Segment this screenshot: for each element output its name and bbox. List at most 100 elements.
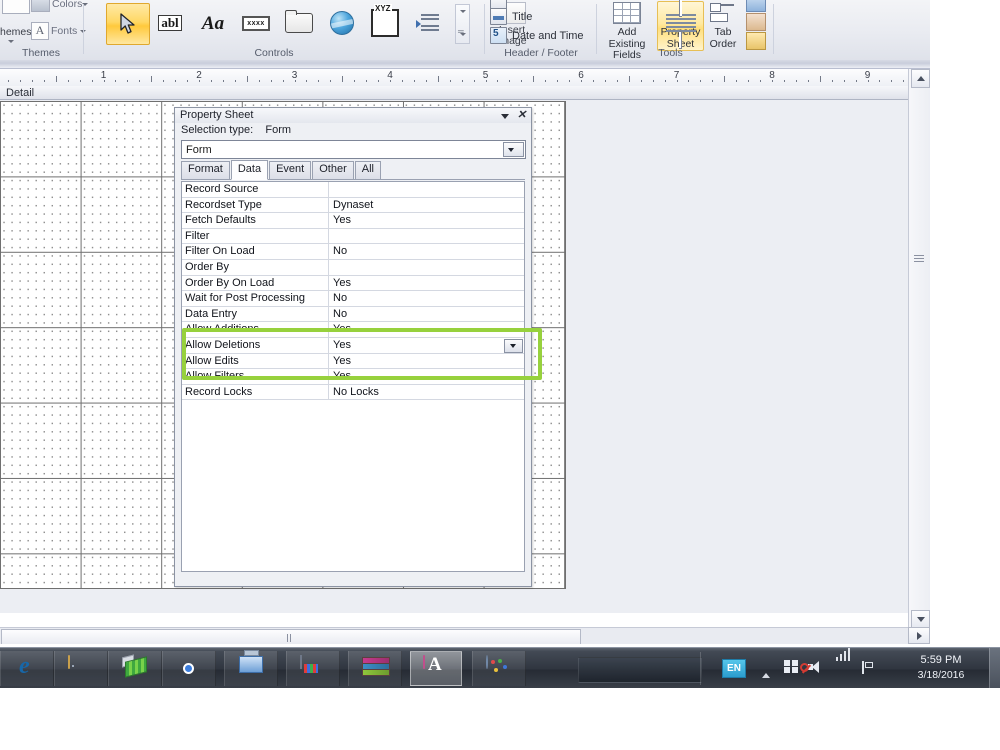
vertical-scrollbar[interactable] bbox=[908, 69, 931, 629]
property-value[interactable] bbox=[329, 260, 524, 275]
subform-in-new-window-icon[interactable] bbox=[746, 0, 766, 12]
property-row[interactable]: Wait for Post Processing No bbox=[182, 291, 524, 307]
ruler-tick bbox=[199, 80, 200, 82]
ruler-tick bbox=[604, 80, 606, 82]
fonts-button-label[interactable]: Fonts bbox=[51, 25, 77, 37]
property-sheet-tabs[interactable]: Format Data Event Other All bbox=[181, 160, 525, 180]
taskbar-item-file-explorer[interactable] bbox=[54, 651, 108, 686]
button-icon[interactable]: xxxx bbox=[235, 3, 277, 43]
select-pointer-icon[interactable] bbox=[106, 3, 150, 45]
property-row[interactable]: Fetch Defaults Yes bbox=[182, 213, 524, 229]
ruler-tick bbox=[282, 80, 284, 82]
property-name: Wait for Post Processing bbox=[182, 291, 329, 306]
property-value-dropdown-icon[interactable] bbox=[504, 338, 523, 353]
property-value[interactable]: No Locks bbox=[329, 385, 524, 400]
ruler-tick bbox=[294, 80, 296, 82]
property-name: Allow Deletions bbox=[182, 337, 329, 353]
property-value[interactable]: Dynaset bbox=[329, 198, 524, 213]
taskbar-item-paint[interactable] bbox=[472, 651, 526, 686]
property-value[interactable]: Yes bbox=[329, 369, 524, 384]
themes-dropdown-arrow-icon[interactable] bbox=[8, 40, 14, 43]
navigation-control-icon[interactable] bbox=[407, 3, 449, 43]
chevron-down-more-icon[interactable] bbox=[459, 33, 466, 36]
object-selector-value: Form bbox=[186, 143, 212, 156]
property-value[interactable]: No bbox=[329, 291, 524, 306]
property-row[interactable]: Data Entry No bbox=[182, 306, 524, 323]
property-value[interactable]: Yes bbox=[329, 213, 524, 228]
chevron-down-icon[interactable] bbox=[497, 109, 511, 122]
colors-icon[interactable] bbox=[31, 0, 50, 12]
date-and-time-button[interactable]: Date and Time bbox=[490, 27, 584, 44]
clock-date: 3/18/2016 bbox=[917, 669, 965, 681]
property-sheet-button[interactable]: Property Sheet bbox=[657, 0, 704, 51]
tab-event[interactable]: Event bbox=[269, 161, 312, 179]
tab-control-icon[interactable] bbox=[278, 3, 320, 43]
chevron-down-icon[interactable] bbox=[459, 10, 466, 13]
property-row[interactable]: Filter bbox=[182, 228, 524, 245]
property-row[interactable]: Record Locks No Locks bbox=[182, 384, 524, 401]
property-row[interactable]: Order By bbox=[182, 259, 524, 276]
property-row[interactable]: Allow Deletions Yes bbox=[182, 337, 524, 354]
language-indicator[interactable]: EN bbox=[722, 659, 746, 678]
hyperlink-icon[interactable] bbox=[321, 3, 363, 43]
windows-taskbar[interactable]: EN 5:59 PM 3/18/2016 bbox=[0, 647, 1000, 689]
property-row[interactable]: Allow Filters Yes bbox=[182, 369, 524, 385]
show-desktop-button[interactable] bbox=[989, 648, 1000, 689]
property-value[interactable]: No bbox=[329, 307, 524, 322]
label-icon[interactable]: Aa bbox=[192, 3, 234, 43]
taskbar-item-microsoft-access[interactable] bbox=[410, 651, 462, 686]
colors-button-label[interactable]: Colors bbox=[52, 0, 82, 10]
scroll-up-button[interactable] bbox=[911, 69, 930, 88]
object-selector-dropdown-icon[interactable] bbox=[503, 142, 524, 157]
taskbar-item-google-chrome[interactable] bbox=[162, 651, 216, 686]
property-value[interactable]: Yes bbox=[329, 338, 524, 353]
object-selector-combo[interactable]: Form bbox=[181, 140, 526, 159]
detail-section-bar[interactable]: Detail bbox=[0, 86, 908, 100]
tab-format[interactable]: Format bbox=[181, 161, 230, 179]
taskbar-item-document[interactable] bbox=[286, 651, 340, 686]
horizontal-scrollbar[interactable] bbox=[0, 627, 908, 654]
text-box-icon[interactable]: abl bbox=[149, 3, 191, 43]
taskbar-active-window-button[interactable] bbox=[578, 657, 702, 683]
property-value[interactable]: Yes bbox=[329, 354, 524, 369]
ruler-tick bbox=[366, 80, 368, 82]
property-value[interactable]: No bbox=[329, 244, 524, 259]
property-grid[interactable]: Record Source Recordset Type Dynaset Fetch … bbox=[181, 181, 525, 572]
taskbar-item-winrar[interactable] bbox=[348, 651, 402, 686]
taskbar-item-internet-explorer[interactable] bbox=[0, 651, 54, 686]
controls-more-button[interactable]: ═ bbox=[455, 4, 470, 44]
themes-gallery-button[interactable]: Aa bbox=[2, 0, 30, 14]
property-sheet-pane[interactable]: Property Sheet ✕ Selection type: Form Fo… bbox=[174, 107, 532, 587]
tab-data[interactable]: Data bbox=[230, 160, 269, 180]
tab-all[interactable]: All bbox=[354, 161, 381, 179]
property-sheet-title-bar[interactable]: Property Sheet ✕ bbox=[175, 108, 531, 123]
convert-macros-icon[interactable] bbox=[746, 32, 766, 50]
property-value[interactable] bbox=[329, 182, 524, 197]
web-browser-control-icon[interactable]: XYZ bbox=[364, 3, 406, 43]
system-tray[interactable]: EN 5:59 PM 3/18/2016 bbox=[700, 648, 1000, 689]
clock[interactable]: 5:59 PM 3/18/2016 bbox=[904, 653, 978, 683]
property-row[interactable]: Recordset Type Dynaset bbox=[182, 197, 524, 214]
scroll-right-button[interactable] bbox=[908, 627, 930, 644]
show-hidden-icons-arrow[interactable] bbox=[762, 661, 770, 678]
property-value[interactable]: Yes bbox=[329, 322, 524, 337]
tab-order-button[interactable]: Tab Order bbox=[703, 2, 743, 50]
view-code-icon[interactable] bbox=[746, 13, 766, 31]
property-value[interactable] bbox=[329, 229, 524, 244]
close-icon[interactable]: ✕ bbox=[514, 109, 528, 122]
property-row[interactable]: Order By On Load Yes bbox=[182, 275, 524, 292]
property-row[interactable]: Filter On Load No bbox=[182, 244, 524, 260]
property-row[interactable]: Record Source bbox=[182, 182, 524, 198]
ruler-tick bbox=[330, 80, 332, 82]
ruler-tick bbox=[903, 80, 905, 82]
taskbar-item-remote-desktop[interactable] bbox=[224, 649, 278, 686]
property-row[interactable]: Allow Additions Yes bbox=[182, 322, 524, 338]
fonts-icon[interactable]: A bbox=[31, 22, 49, 40]
property-value[interactable]: Yes bbox=[329, 276, 524, 291]
ruler-tick bbox=[628, 76, 630, 82]
property-row[interactable]: Allow Edits Yes bbox=[182, 353, 524, 370]
tab-other[interactable]: Other bbox=[312, 161, 354, 179]
taskbar-item-diagram-app[interactable] bbox=[108, 651, 162, 686]
horizontal-ruler[interactable]: 123456789 bbox=[0, 69, 930, 87]
title-button[interactable]: Title bbox=[490, 8, 532, 25]
